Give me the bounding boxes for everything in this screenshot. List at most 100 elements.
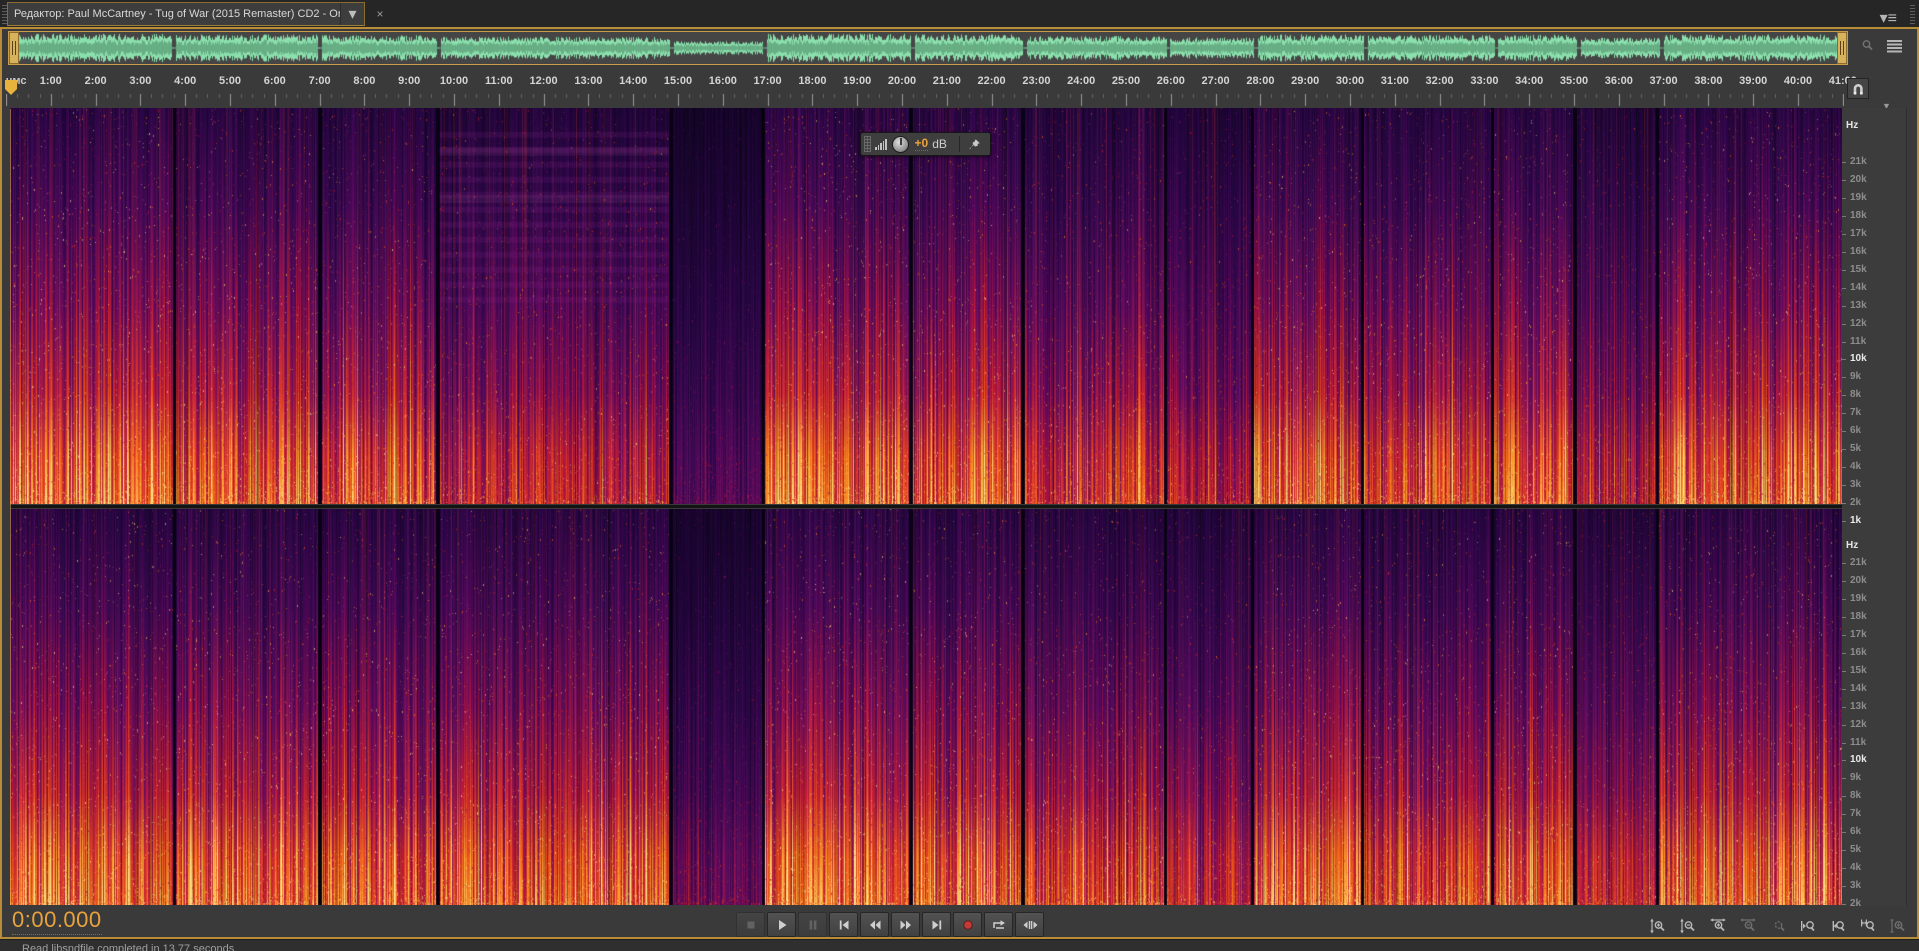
- freq-axis-tick: [1842, 796, 1846, 797]
- ruler-minute-label: 40:00: [1784, 75, 1812, 87]
- play-button[interactable]: [767, 912, 796, 937]
- ruler-minute-label: 36:00: [1605, 75, 1633, 87]
- freq-axis-tick: [1842, 850, 1846, 851]
- pin-icon[interactable]: [968, 138, 981, 151]
- freq-axis-label: 19k: [1850, 192, 1867, 203]
- ruler-minute-label: 8:00: [353, 75, 375, 87]
- freq-axis-tick: [1842, 563, 1846, 564]
- gain-value[interactable]: +0: [915, 137, 929, 151]
- skip-to-start-button[interactable]: [829, 912, 858, 937]
- overview-waveform[interactable]: [9, 32, 1847, 64]
- freq-axis-label: 8k: [1850, 790, 1861, 801]
- freq-axis-tick: [1842, 198, 1846, 199]
- ruler-minute-label: 37:00: [1650, 75, 1678, 87]
- gain-hud[interactable]: +0 dB: [860, 132, 991, 156]
- zoom-reset-button[interactable]: [1765, 914, 1791, 938]
- freq-axis-label: 10k: [1850, 353, 1867, 364]
- ruler-minute-label: 5:00: [219, 75, 241, 87]
- fast-forward-button[interactable]: [891, 912, 920, 937]
- freq-axis-label: 5k: [1850, 443, 1861, 454]
- freq-axis-label: 6k: [1850, 826, 1861, 837]
- file-overview-strip[interactable]: [8, 31, 1848, 65]
- freq-axis-label: 2k: [1850, 497, 1861, 508]
- zoom-out-vertical-button[interactable]: [1675, 914, 1701, 938]
- frequency-axis[interactable]: Hz21k20k19k18k17k16k15k14k13k12k11k10k9k…: [1842, 108, 1908, 906]
- ruler-minute-label: 19:00: [843, 75, 871, 87]
- ruler-minute-label: 27:00: [1202, 75, 1230, 87]
- spectrogram-channel-right[interactable]: [10, 509, 1842, 905]
- freq-axis-tick: [1842, 521, 1846, 522]
- spectrogram-channel-left[interactable]: [10, 108, 1842, 504]
- freq-axis-tick: [1842, 431, 1846, 432]
- freq-axis-label: 15k: [1850, 264, 1867, 275]
- overview-range-right-handle[interactable]: [1837, 32, 1847, 64]
- panel-gripper-icon[interactable]: [1910, 4, 1915, 24]
- zoom-to-in-point-button[interactable]: [1795, 914, 1821, 938]
- timeline-ruler[interactable]: чмс 1:002:003:004:005:006:007:008:009:00…: [2, 67, 1845, 109]
- chevron-down-icon[interactable]: ▾: [340, 3, 364, 25]
- ruler-minute-label: 39:00: [1739, 75, 1767, 87]
- gain-knob[interactable]: [892, 136, 909, 153]
- gain-unit-label: dB: [932, 137, 947, 151]
- playback-time-display[interactable]: 0:00.000: [12, 907, 102, 935]
- ruler-minute-label: 9:00: [398, 75, 420, 87]
- ruler-minute-label: 3:00: [129, 75, 151, 87]
- overview-zoom-icon[interactable]: [1858, 37, 1874, 53]
- freq-axis-tick: [1842, 180, 1846, 181]
- overview-range-left-handle[interactable]: [9, 32, 19, 64]
- freq-axis-tick: [1842, 599, 1846, 600]
- pause-button[interactable]: [798, 912, 827, 937]
- rewind-button[interactable]: [860, 912, 889, 937]
- overview-menu-icon[interactable]: [1886, 39, 1903, 53]
- ruler-minute-label: 20:00: [888, 75, 916, 87]
- ruler-minute-label: 15:00: [664, 75, 692, 87]
- skip-to-end-button[interactable]: [922, 912, 951, 937]
- freq-axis-label: 21k: [1850, 557, 1867, 568]
- reset-vertical-zoom-button[interactable]: [1885, 914, 1911, 938]
- loop-playback-button[interactable]: [984, 912, 1013, 937]
- freq-axis-tick: [1842, 252, 1846, 253]
- freq-axis-unit: Hz: [1846, 120, 1858, 131]
- freq-axis-unit: Hz: [1846, 540, 1858, 551]
- freq-axis-tick: [1842, 581, 1846, 582]
- freq-axis-label: 20k: [1850, 575, 1867, 586]
- zoom-in-vertical-button[interactable]: [1645, 914, 1671, 938]
- ruler-minute-label: 32:00: [1426, 75, 1454, 87]
- transport-bar: 0:00.000: [2, 906, 1917, 937]
- zoom-in-horizontal-button[interactable]: [1705, 914, 1731, 938]
- hud-divider: [959, 136, 960, 152]
- freq-axis-label: 20k: [1850, 174, 1867, 185]
- zoom-to-out-point-button[interactable]: [1825, 914, 1851, 938]
- freq-axis-tick: [1842, 904, 1846, 905]
- tab-close-icon[interactable]: ×: [371, 5, 389, 23]
- stop-button[interactable]: [736, 912, 765, 937]
- zoom-out-horizontal-button[interactable]: [1735, 914, 1761, 938]
- ruler-minute-label: 28:00: [1246, 75, 1274, 87]
- ruler-minute-label: 7:00: [309, 75, 331, 87]
- freq-axis-label: 9k: [1850, 772, 1861, 783]
- freq-axis-tick: [1842, 306, 1846, 307]
- freq-axis-label: 11k: [1850, 336, 1866, 347]
- freq-axis-tick: [1842, 395, 1846, 396]
- freq-axis-label: 17k: [1850, 629, 1867, 640]
- freq-axis-label: 15k: [1850, 665, 1867, 676]
- hud-gripper-icon[interactable]: [864, 136, 871, 152]
- ruler-minute-label: 23:00: [1022, 75, 1050, 87]
- record-button[interactable]: [953, 912, 982, 937]
- freq-axis-tick: [1842, 216, 1846, 217]
- zoom-to-selection-button[interactable]: [1855, 914, 1881, 938]
- freq-axis-tick: [1842, 635, 1846, 636]
- ruler-minute-label: 33:00: [1470, 75, 1498, 87]
- axis-separator: [1906, 108, 1907, 906]
- freq-axis-label: 14k: [1850, 282, 1867, 293]
- ruler-minute-label: 18:00: [798, 75, 826, 87]
- skip-selection-button[interactable]: [1015, 912, 1044, 937]
- ruler-minute-label: 13:00: [574, 75, 602, 87]
- snap-magnet-button[interactable]: [1847, 78, 1869, 99]
- ruler-minute-label: 25:00: [1112, 75, 1140, 87]
- freq-axis-label: 7k: [1850, 407, 1861, 418]
- panel-menu-icon[interactable]: ▾≡: [1880, 8, 1897, 28]
- editor-tab[interactable]: Редактор: Paul McCartney - Tug of War (2…: [7, 2, 365, 26]
- ruler-minute-label: 31:00: [1381, 75, 1409, 87]
- ruler-minute-label: 17:00: [754, 75, 782, 87]
